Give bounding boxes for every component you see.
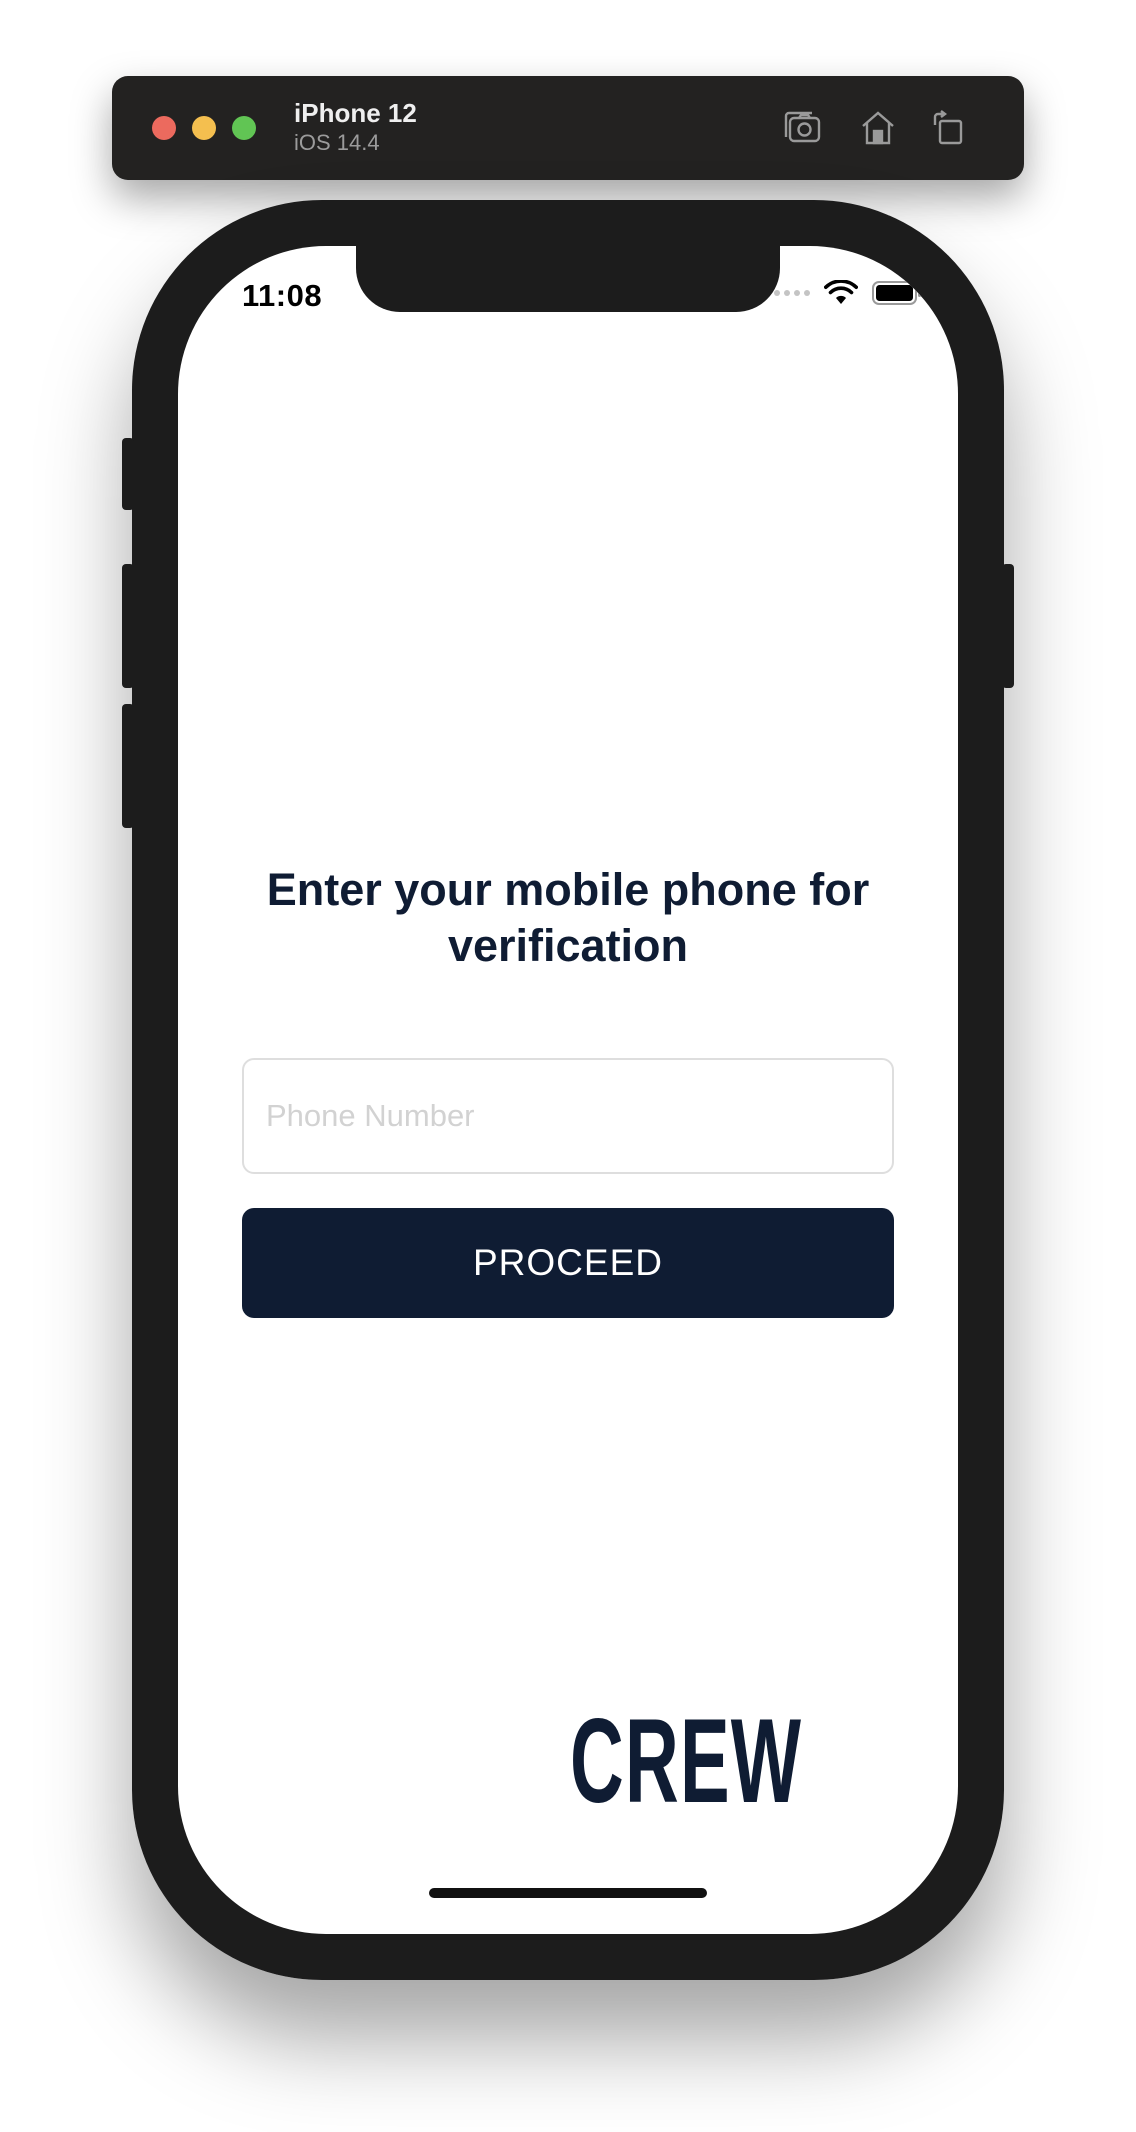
- screenshot-button[interactable]: [778, 104, 826, 152]
- home-button[interactable]: [854, 104, 902, 152]
- battery-icon: [872, 281, 921, 305]
- crew-logo-text: CREW: [570, 1694, 803, 1828]
- crew-logo: CREW: [558, 1696, 898, 1826]
- home-icon: [862, 111, 894, 145]
- volume-down-button: [122, 704, 134, 828]
- volume-up-button: [122, 564, 134, 688]
- wifi-icon: [824, 280, 858, 304]
- simulator-os-version: iOS 14.4: [294, 130, 380, 155]
- minimize-window-button[interactable]: [192, 116, 216, 140]
- notch: [356, 246, 780, 312]
- power-button: [1002, 564, 1014, 688]
- rotate-icon: [933, 110, 963, 145]
- rotate-button[interactable]: [924, 104, 972, 152]
- phone-number-input[interactable]: [242, 1058, 894, 1174]
- cellular-signal-icon: [774, 290, 810, 296]
- simulator-device-name: iPhone 12: [294, 98, 417, 128]
- simulator-title-bar: iPhone 12 iOS 14.4: [112, 76, 1024, 180]
- zoom-window-button[interactable]: [232, 116, 256, 140]
- status-bar-time: 11:08: [242, 278, 323, 313]
- screenshot-icon: [784, 111, 821, 143]
- mute-switch: [122, 438, 134, 510]
- home-indicator[interactable]: [429, 1888, 707, 1898]
- iphone-frame: 11:08 Enter your mobile phone for verifi…: [122, 200, 1014, 1980]
- phone-screen: 11:08 Enter your mobile phone for verifi…: [178, 246, 958, 1934]
- verification-heading: Enter your mobile phone for verification: [266, 864, 870, 971]
- close-window-button[interactable]: [152, 116, 176, 140]
- proceed-button[interactable]: PROCEED: [242, 1208, 894, 1318]
- status-bar-icons: [774, 280, 922, 306]
